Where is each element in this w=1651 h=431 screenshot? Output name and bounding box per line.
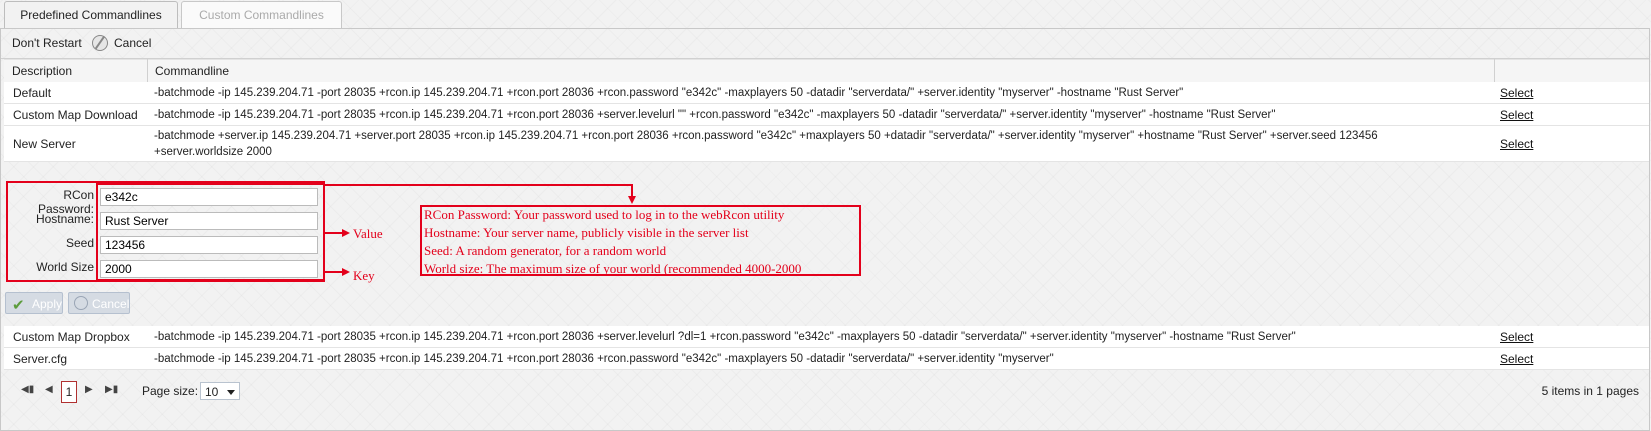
annotation-connector [325, 271, 343, 273]
row-commandline: -batchmode +server.ip 145.239.204.71 +se… [154, 130, 1378, 158]
table-row-editing[interactable]: New Server -batchmode +server.ip 145.239… [4, 126, 1649, 162]
select-link[interactable]: Select [1500, 330, 1533, 344]
column-header-description[interactable]: Description [12, 60, 72, 82]
tab-predefined-commandlines[interactable]: Predefined Commandlines [4, 1, 178, 28]
toolbar: Don't Restart Cancel [1, 29, 1649, 59]
select-link[interactable]: Select [1500, 86, 1533, 100]
annotation-note: RCon Password: Your password used to log… [424, 207, 785, 222]
select-link[interactable]: Select [1500, 352, 1533, 366]
current-page-button[interactable]: 1 [61, 381, 77, 403]
annotation-note: World size: The maximum size of your wor… [424, 261, 802, 276]
select-link[interactable]: Select [1500, 137, 1533, 151]
row-commandline: -batchmode -ip 145.239.204.71 -port 2803… [154, 353, 1054, 365]
prev-page-icon[interactable]: ◀ [45, 384, 53, 395]
table-row[interactable]: Default -batchmode -ip 145.239.204.71 -p… [4, 82, 1649, 104]
row-description: Server.cfg [13, 352, 68, 366]
column-divider [147, 59, 148, 82]
checkmark-icon: ✔ [12, 297, 25, 314]
next-page-icon[interactable]: ▶ [85, 384, 93, 395]
form-cancel-button[interactable]: Cancel [68, 292, 130, 314]
last-page-icon[interactable]: ▶▮ [105, 384, 118, 395]
tab-custom-commandlines[interactable]: Custom Commandlines [181, 1, 342, 28]
arrow-right-icon [342, 229, 350, 237]
pager: ◀▮ ◀ 1 ▶ ▶▮ Page size: 10 5 items in 1 p… [1, 374, 1649, 404]
table-row[interactable]: Custom Map Download -batchmode -ip 145.2… [4, 104, 1649, 126]
column-header-commandline[interactable]: Commandline [155, 60, 229, 82]
annotation-connector [325, 232, 343, 234]
form-cancel-label: Cancel [92, 297, 130, 311]
page-size-select[interactable]: 10 [200, 382, 240, 400]
grid-header: Description Commandline [4, 59, 1649, 83]
row-description: New Server [13, 137, 76, 151]
arrow-right-icon [342, 268, 350, 276]
apply-button[interactable]: ✔ Apply [5, 292, 63, 314]
row-commandline: -batchmode -ip 145.239.204.71 -port 2803… [154, 331, 1296, 343]
key-annotation-label: Key [353, 268, 375, 283]
row-description: Default [13, 86, 52, 100]
column-divider [1494, 59, 1495, 82]
pager-summary: 5 items in 1 pages [1541, 384, 1639, 398]
row-description: Custom Map Dropbox [13, 330, 130, 344]
page-size-label: Page size: [142, 384, 199, 398]
arrow-down-icon [628, 196, 636, 204]
table-row[interactable]: Server.cfg -batchmode -ip 145.239.204.71… [4, 348, 1649, 370]
apply-button-label: Apply [32, 297, 63, 311]
table-row[interactable]: Custom Map Dropbox -batchmode -ip 145.23… [4, 326, 1649, 348]
row-commandline: -batchmode -ip 145.239.204.71 -port 2803… [154, 87, 1184, 99]
page-size-value: 10 [205, 385, 219, 399]
dont-restart-button[interactable]: Don't Restart [12, 29, 82, 58]
row-commandline: -batchmode -ip 145.239.204.71 -port 2803… [154, 109, 1276, 121]
cancel-icon[interactable] [92, 35, 108, 51]
annotation-connector [325, 184, 632, 186]
row-description: Custom Map Download [13, 108, 138, 122]
first-page-icon[interactable]: ◀▮ [21, 384, 34, 395]
cancel-icon [74, 296, 88, 310]
chevron-down-icon [227, 390, 235, 395]
select-link[interactable]: Select [1500, 108, 1533, 122]
value-annotation-label: Value [353, 226, 383, 241]
toolbar-cancel-button[interactable]: Cancel [114, 29, 151, 58]
annotation-note: Seed: A random generator, for a random w… [424, 243, 667, 258]
annotation-note: Hostname: Your server name, publicly vis… [424, 225, 749, 240]
annotation-value-box [96, 183, 325, 281]
